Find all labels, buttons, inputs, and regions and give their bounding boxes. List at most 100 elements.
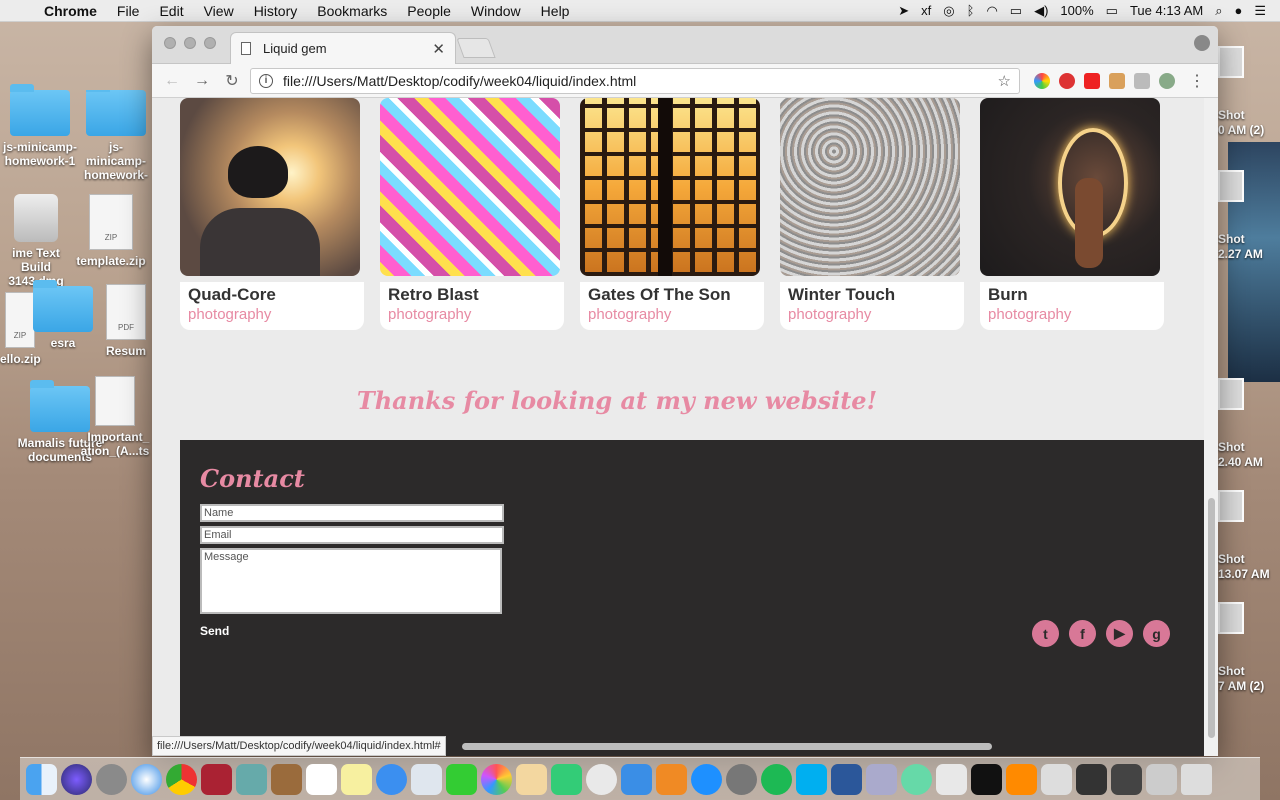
desktop-folder-esra[interactable]: esra (30, 280, 96, 350)
send-button[interactable]: Send (200, 624, 229, 638)
sync-icon[interactable]: ◎ (943, 3, 954, 19)
close-tab-icon[interactable]: ✕ (432, 40, 445, 58)
siri-icon[interactable]: ● (1234, 3, 1242, 18)
system-preferences-icon[interactable] (726, 763, 757, 795)
portfolio-card[interactable]: Gates Of The Son photography (580, 98, 764, 330)
vertical-scroll-thumb[interactable] (1208, 498, 1215, 738)
calendar-icon[interactable] (306, 763, 337, 795)
terminal-icon[interactable] (971, 763, 1002, 795)
info-icon[interactable]: i (259, 73, 273, 88)
spotlight-icon[interactable]: ⌕ (1215, 3, 1222, 19)
menu-edit[interactable]: Edit (149, 3, 193, 19)
screenshot-stack-icon[interactable] (1076, 763, 1107, 795)
photos-icon[interactable] (481, 763, 512, 795)
minimize-window-button[interactable] (184, 37, 196, 49)
trash-icon[interactable] (1181, 763, 1212, 795)
launchpad-icon[interactable] (96, 763, 127, 795)
facetime-icon[interactable] (446, 763, 477, 795)
chrome-icon[interactable] (166, 763, 197, 795)
facebook-icon[interactable]: f (1069, 620, 1096, 647)
word-icon[interactable] (831, 763, 862, 795)
card-category[interactable]: photography (588, 306, 756, 324)
reload-button[interactable]: ↻ (220, 71, 244, 91)
screenshot-extension-icon[interactable] (1134, 72, 1150, 89)
itunes-icon[interactable] (586, 763, 617, 795)
messages-icon[interactable] (376, 763, 407, 795)
preview-icon[interactable] (236, 763, 267, 795)
close-window-button[interactable] (164, 37, 176, 49)
wifi-icon[interactable]: ◠ (986, 3, 997, 19)
menu-app-chrome[interactable]: Chrome (40, 3, 107, 19)
siri-icon[interactable] (61, 763, 92, 795)
desktop-screenshot[interactable]: Shot 2.27 AM (1218, 170, 1280, 262)
forward-button[interactable]: → (190, 72, 214, 90)
desktop-important-doc[interactable]: _Important_ ation_(A...ts (78, 376, 152, 458)
horizontal-scroll-thumb[interactable] (462, 743, 992, 750)
address-bar[interactable]: i file:///Users/Matt/Desktop/codify/week… (250, 67, 1020, 94)
back-button[interactable]: ← (160, 72, 184, 90)
desktop-screenshot[interactable]: Shot 0 AM (2) (1218, 46, 1280, 138)
menu-file[interactable]: File (107, 3, 150, 19)
tab-liquid-gem[interactable]: Liquid gem ✕ (230, 32, 456, 64)
slack-icon[interactable] (936, 763, 967, 795)
portfolio-card[interactable]: Quad-Core photography (180, 98, 364, 330)
atom-icon[interactable] (901, 763, 932, 795)
xf-icon[interactable]: xf (921, 3, 931, 18)
desktop-resume-pdf[interactable]: PDF Resum (100, 284, 152, 358)
skype-icon[interactable] (796, 763, 827, 795)
portfolio-card[interactable]: Winter Touch photography (780, 98, 964, 330)
finder-icon[interactable] (26, 763, 57, 795)
menu-help[interactable]: Help (531, 3, 580, 19)
chrome-menu-icon[interactable]: ⋮ (1189, 71, 1205, 91)
maps-icon[interactable] (411, 763, 442, 795)
card-category[interactable]: photography (788, 306, 956, 324)
numbers-icon[interactable] (551, 763, 582, 795)
portfolio-card[interactable]: Burn photography (980, 98, 1164, 330)
menu-view[interactable]: View (194, 3, 244, 19)
name-field[interactable]: Name (200, 504, 504, 522)
screen-sharing-icon[interactable] (866, 763, 897, 795)
battery-icon[interactable]: ▭ (1106, 3, 1118, 19)
volume-icon[interactable]: ◀) (1034, 3, 1048, 19)
file-stack-icon[interactable] (1146, 763, 1177, 795)
youtube-extension-icon[interactable] (1084, 72, 1100, 89)
downloads-stack-icon[interactable] (1041, 763, 1072, 795)
pages-icon[interactable] (516, 763, 547, 795)
notification-center-icon[interactable]: ☰ (1254, 3, 1266, 19)
portfolio-card[interactable]: Retro Blast photography (380, 98, 564, 330)
safari-icon[interactable] (131, 763, 162, 795)
menu-bookmarks[interactable]: Bookmarks (307, 3, 397, 19)
desktop-template-zip[interactable]: ZIP template.zip (70, 194, 152, 268)
stickies-icon[interactable] (341, 763, 372, 795)
bookmark-star-icon[interactable]: ☆ (998, 72, 1011, 90)
desktop-folder-homework-2[interactable]: js-minicamp-homework- (80, 90, 152, 182)
bluetooth-icon[interactable]: ᛒ (967, 3, 975, 18)
app-store-icon[interactable] (691, 763, 722, 795)
terminal-window-thumbnail[interactable] (1111, 763, 1142, 795)
desktop-dmg[interactable]: ime Text Build 3143.dmg (0, 194, 72, 288)
email-field[interactable]: Email (200, 526, 504, 544)
keynote-icon[interactable] (621, 763, 652, 795)
desktop-screenshot[interactable]: Shot 2.40 AM (1218, 378, 1280, 470)
desktop-screenshot[interactable]: Shot 7 AM (2) (1218, 602, 1280, 694)
ruler-extension-icon[interactable] (1109, 72, 1125, 89)
youtube-icon[interactable]: ▶ (1106, 620, 1133, 647)
card-category[interactable]: photography (388, 306, 556, 324)
color-extension-icon[interactable] (1034, 72, 1050, 89)
ibooks-icon[interactable] (656, 763, 687, 795)
new-tab-button[interactable] (456, 38, 496, 58)
menu-window[interactable]: Window (461, 3, 531, 19)
spotify-icon[interactable] (761, 763, 792, 795)
notes-book-icon[interactable] (271, 763, 302, 795)
clock[interactable]: Tue 4:13 AM (1130, 3, 1203, 18)
googleplus-icon[interactable]: g (1143, 620, 1170, 647)
message-textarea[interactable]: Message (200, 548, 502, 614)
desktop-folder-homework-1[interactable]: js-minicamp-homework-1 (0, 84, 80, 168)
airplay-icon[interactable]: ▭ (1010, 3, 1022, 19)
card-category[interactable]: photography (988, 306, 1156, 324)
opera-extension-icon[interactable] (1059, 72, 1075, 89)
twitter-icon[interactable]: t (1032, 620, 1059, 647)
battery-percent[interactable]: 100% (1060, 3, 1093, 18)
location-icon[interactable]: ➤ (898, 3, 909, 19)
profile-icon[interactable] (1194, 35, 1210, 51)
